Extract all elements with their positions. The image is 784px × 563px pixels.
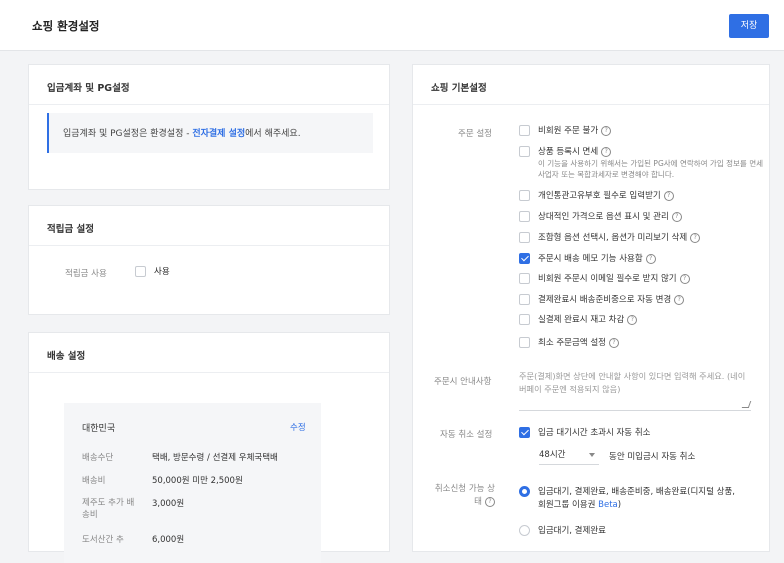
option-delivery-memo[interactable]: 주문시 배송 메모 기능 사용함? (519, 252, 656, 264)
option-label: 비회원 주문 불가 (538, 126, 599, 136)
points-usage-option[interactable]: 사용 (135, 265, 170, 277)
cancel-hours-value: 48시간 (539, 450, 566, 460)
option-nonmember-email[interactable]: 비회원 주문시 이메일 필수로 받지 않기? (519, 272, 690, 284)
help-icon[interactable]: ? (674, 294, 685, 305)
radio[interactable] (519, 525, 530, 536)
option-label: 실결제 완료시 재고 차감 (538, 315, 625, 325)
shipping-settings-card: 배송 설정 대한민국 수정 배송수단 택배, 방문수령 / 선결제 우체국택배 … (28, 332, 390, 563)
remote-fee-value: 6,000원 (152, 535, 185, 545)
checkbox[interactable] (519, 337, 530, 348)
shipping-settings-title: 배송 설정 (29, 333, 389, 373)
shipping-fee-value: 50,000원 미만 2,500원 (152, 476, 243, 486)
shipping-fee-label: 배송비 (82, 476, 106, 486)
option-combo-preview[interactable]: 조합형 옵션 선택시, 옵션가 미리보기 삭제? (519, 231, 701, 243)
top-bar: 쇼핑 환경설정 저장 (0, 0, 784, 51)
pg-notice-suffix: 에서 해주세요. (245, 129, 301, 139)
checkbox[interactable] (519, 232, 530, 243)
option-nonmember-order[interactable]: 비회원 주문 불가? (519, 124, 612, 136)
cancel-state-label-line1: 취소신청 가능 상 (434, 484, 495, 494)
checkbox[interactable] (519, 125, 530, 136)
pg-settings-title: 입금계좌 및 PG설정 (29, 65, 389, 105)
beta-badge: Beta (598, 500, 618, 510)
cancel-opt1-line2: 회원그룹 이용권 (538, 500, 599, 510)
checkbox[interactable] (519, 211, 530, 222)
points-usage-checkbox[interactable] (135, 266, 146, 277)
remote-fee-label: 도서산간 추 (82, 535, 124, 545)
help-icon[interactable]: ? (679, 273, 690, 284)
points-settings-title: 적립금 설정 (29, 206, 389, 246)
shipping-edit-link[interactable]: 수정 (290, 421, 306, 433)
pg-notice: 입금계좌 및 PG설정은 환경설정 - 전자결제 설정에서 해주세요. (47, 113, 373, 153)
help-icon[interactable]: ? (663, 190, 674, 201)
help-icon[interactable]: ? (608, 337, 619, 348)
pg-settings-link[interactable]: 전자결제 설정 (192, 129, 245, 139)
tax-free-description: 이 기능을 사용하기 위해서는 가입된 PG사에 연락하여 가입 정보를 면세사… (538, 159, 763, 179)
pg-settings-card: 입금계좌 및 PG설정 입금계좌 및 PG설정은 환경설정 - 전자결제 설정에… (28, 64, 390, 190)
option-auto-preparing[interactable]: 결제완료시 배송준비중으로 자동 변경? (519, 293, 685, 305)
jeju-fee-label: 제주도 추가 배송비 (82, 498, 135, 520)
option-customs-code[interactable]: 개인통관고유부호 필수로 입력받기? (519, 189, 674, 201)
option-label: 개인통관고유부호 필수로 입력받기 (538, 191, 661, 201)
option-label: 결제완료시 배송준비중으로 자동 변경 (538, 295, 672, 305)
checkbox-checked[interactable] (519, 427, 530, 438)
option-label: 상대적인 가격으로 옵션 표시 및 관리 (538, 212, 669, 222)
option-tax-free[interactable]: 상품 등록시 면세? (519, 145, 612, 157)
chevron-down-icon (589, 453, 595, 457)
order-guide-textarea[interactable]: 주문(결제)화면 상단에 안내할 사항이 있다면 입력해 주세요. (네이버페이… (519, 370, 752, 411)
order-guide-label: 주문시 안내사항 (434, 377, 492, 387)
help-icon[interactable]: ? (601, 125, 612, 136)
jeju-fee-value: 3,000원 (152, 499, 185, 509)
cancel-opt2-label: 입금대기, 결제완료 (538, 526, 606, 536)
radio-selected[interactable] (519, 486, 530, 497)
cancel-state-option-2[interactable]: 입금대기, 결제완료 (519, 524, 606, 536)
shipping-method-value: 택배, 방문수령 / 선결제 우체국택배 (152, 453, 278, 463)
option-auto-cancel[interactable]: 입금 대기시간 초과시 자동 취소 (519, 426, 650, 438)
cancel-state-label: 취소신청 가능 상 태? (425, 483, 495, 509)
pg-notice-text: 입금계좌 및 PG설정은 환경설정 - (63, 129, 193, 139)
save-button[interactable]: 저장 (729, 14, 769, 38)
points-usage-label: 적립금 사용 (65, 269, 107, 279)
cancel-hours-suffix: 동안 미입금시 자동 취소 (609, 452, 696, 462)
checkbox-checked[interactable] (519, 253, 530, 264)
help-icon[interactable]: ? (601, 146, 612, 157)
option-label: 상품 등록시 면세 (538, 147, 599, 157)
cancel-state-label-line2: 태 (474, 497, 482, 507)
option-label: 조합형 옵션 선택시, 옵션가 미리보기 삭제 (538, 233, 688, 243)
help-icon[interactable]: ? (645, 253, 656, 264)
auto-cancel-option-label: 입금 대기시간 초과시 자동 취소 (538, 428, 651, 438)
option-label: 주문시 배송 메모 기능 사용함 (538, 254, 643, 264)
checkbox[interactable] (519, 273, 530, 284)
cancel-opt1-line1: 입금대기, 결제완료, 배송준비중, 배송완료(디지털 상품, (538, 487, 735, 497)
help-icon[interactable]: ? (690, 232, 701, 243)
checkbox[interactable] (519, 294, 530, 305)
shipping-country: 대한민국 (82, 424, 116, 434)
option-min-order[interactable]: 최소 주문금액 설정? (519, 336, 619, 348)
auto-cancel-label: 자동 취소 설정 (440, 430, 493, 440)
order-settings-label: 주문 설정 (458, 129, 492, 139)
checkbox[interactable] (519, 314, 530, 325)
option-relative-price[interactable]: 상대적인 가격으로 옵션 표시 및 관리? (519, 210, 682, 222)
help-icon[interactable]: ? (485, 496, 495, 507)
help-icon[interactable]: ? (671, 211, 682, 222)
shipping-method-label: 배송수단 (82, 453, 114, 463)
points-settings-card: 적립금 설정 적립금 사용 사용 (28, 205, 390, 315)
cancel-hours-select[interactable]: 48시간 (539, 448, 599, 465)
option-label: 비회원 주문시 이메일 필수로 받지 않기 (538, 274, 677, 284)
order-guide-placeholder: 주문(결제)화면 상단에 안내할 사항이 있다면 입력해 주세요. (네이버페이… (519, 371, 746, 394)
resize-grip-icon[interactable] (741, 401, 752, 408)
help-icon[interactable]: ? (627, 314, 638, 325)
basic-settings-title: 쇼핑 기본설정 (413, 65, 769, 105)
basic-settings-card: 쇼핑 기본설정 주문 설정 비회원 주문 불가? 상품 등록시 면세? 이 기능… (412, 64, 770, 552)
shipping-region-box: 대한민국 수정 배송수단 택배, 방문수령 / 선결제 우체국택배 배송비 50… (64, 403, 321, 563)
option-label: 최소 주문금액 설정 (538, 338, 606, 348)
checkbox[interactable] (519, 190, 530, 201)
points-usage-option-label: 사용 (154, 267, 170, 277)
page-title: 쇼핑 환경설정 (32, 19, 100, 33)
checkbox[interactable] (519, 146, 530, 157)
option-stock-deduct[interactable]: 실결제 완료시 재고 차감? (519, 313, 638, 325)
cancel-state-option-1[interactable]: 입금대기, 결제완료, 배송준비중, 배송완료(디지털 상품, 회원그룹 이용권… (519, 486, 735, 512)
